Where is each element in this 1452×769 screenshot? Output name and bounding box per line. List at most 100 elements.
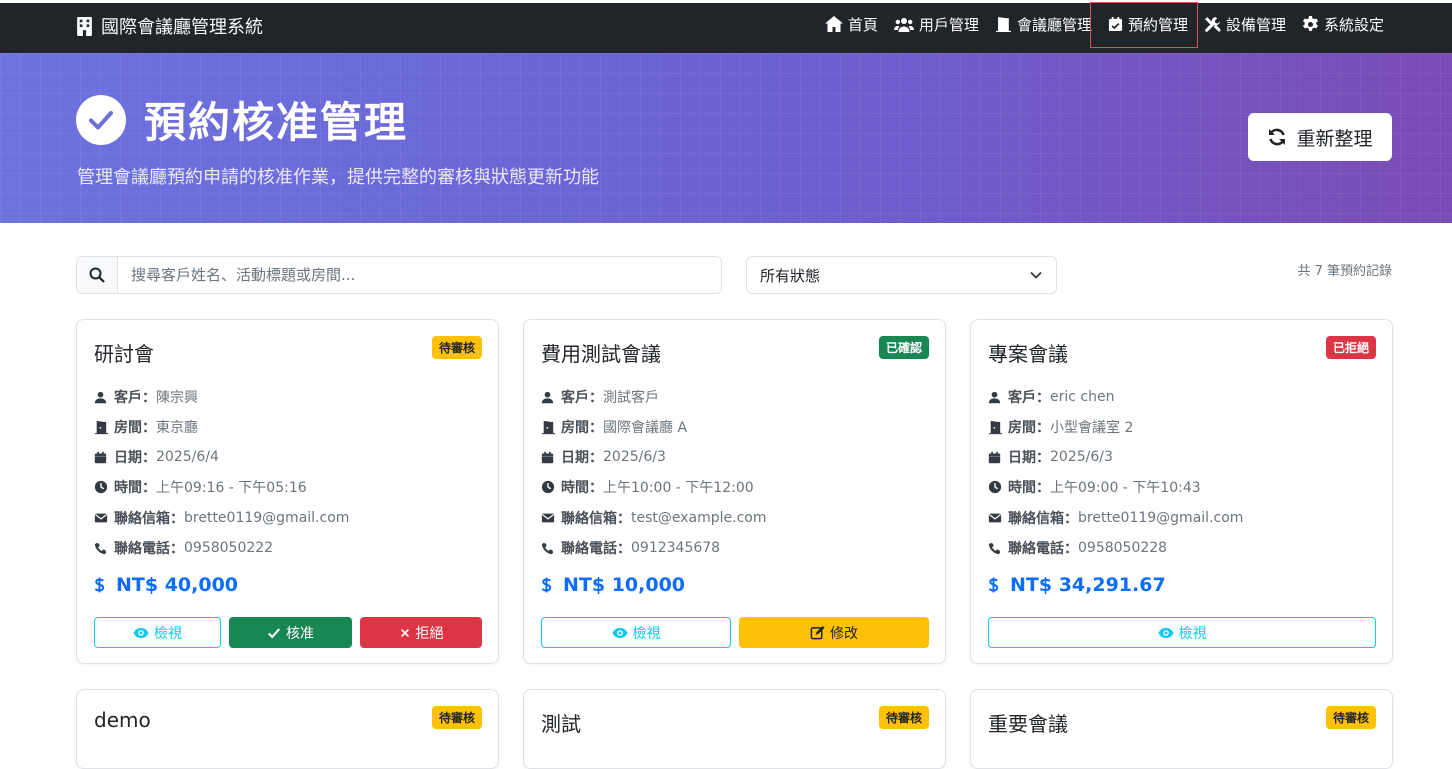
approve-button[interactable]: 核准 — [229, 617, 352, 648]
view-button[interactable]: 檢視 — [988, 617, 1376, 648]
nav-label-equipment: 設備管理 — [1225, 15, 1286, 34]
view-label: 檢視 — [1178, 625, 1207, 642]
booking-title: 費用測試會議 — [541, 342, 661, 366]
refresh-button[interactable]: 重新整理 — [1248, 113, 1392, 161]
status-filter-select[interactable]: 所有狀態 — [746, 256, 1057, 294]
refresh-label: 重新整理 — [1296, 127, 1373, 150]
top-navbar: 國際會議廳管理系統 首頁 用戶管理 會議廳管理 預約管理 設備管理 系統設定 — [0, 0, 1452, 53]
time-label: 時間： — [561, 480, 603, 496]
email-label: 聯絡信箱： — [561, 511, 631, 527]
customer-label: 客戶： — [561, 390, 603, 406]
nav-label-home: 首頁 — [847, 15, 878, 34]
booking-title: 研討會 — [94, 342, 154, 366]
room-row: 房間： 國際會議廳 A — [541, 417, 687, 437]
dollar-icon — [988, 576, 999, 594]
status-badge: 待審核 — [431, 706, 482, 729]
reject-button[interactable]: 拒絕 — [360, 617, 482, 648]
booking-card: 測試 待審核 — [523, 689, 946, 769]
edit-label: 修改 — [830, 625, 858, 642]
approve-label: 核准 — [286, 625, 314, 642]
nav-item-settings[interactable]: 系統設定 — [1302, 13, 1384, 35]
door-icon — [541, 420, 556, 435]
status-badge: 待審核 — [1325, 706, 1376, 729]
search-icon — [77, 257, 118, 293]
phone-value: 0958050222 — [184, 540, 274, 556]
time-label: 時間： — [114, 480, 156, 496]
calendar-icon — [988, 451, 1001, 464]
price-value: NT$ 40,000 — [116, 574, 239, 596]
check-icon — [267, 626, 281, 640]
date-value: 2025/6/3 — [1050, 449, 1113, 465]
price: NT$ 10,000 — [541, 574, 685, 596]
customer-row: 客戶： 陳宗興 — [94, 387, 198, 407]
main-nav: 首頁 用戶管理 會議廳管理 預約管理 設備管理 系統設定 — [809, 2, 1384, 48]
booking-title: 重要會議 — [988, 712, 1068, 736]
nav-label-bookings: 預約管理 — [1127, 15, 1188, 34]
calendar-icon — [541, 451, 554, 464]
phone-value: 0912345678 — [631, 540, 721, 556]
nav-label-rooms: 會議廳管理 — [1016, 15, 1092, 34]
user-icon — [94, 391, 107, 404]
phone-row: 聯絡電話： 0958050228 — [988, 538, 1167, 558]
user-icon — [988, 391, 1001, 404]
page-title-row: 預約核准管理 — [76, 89, 408, 150]
email-value: test@example.com — [631, 510, 767, 526]
envelope-icon — [988, 511, 1002, 525]
door-icon — [995, 16, 1012, 33]
room-row: 房間： 小型會議室 2 — [988, 417, 1133, 437]
date-label: 日期： — [561, 450, 603, 466]
price-value: NT$ 34,291.67 — [1010, 574, 1166, 596]
date-row: 日期： 2025/6/4 — [94, 447, 219, 467]
refresh-icon — [1269, 128, 1286, 146]
gear-icon — [1302, 15, 1319, 31]
dollar-icon — [94, 576, 105, 594]
calendar-check-icon — [1108, 16, 1123, 32]
customer-label: 客戶： — [1008, 390, 1050, 406]
booking-title: 測試 — [541, 712, 581, 736]
nav-item-home[interactable]: 首頁 — [824, 13, 878, 35]
date-label: 日期： — [1008, 450, 1050, 466]
phone-label: 聯絡電話： — [561, 541, 631, 557]
clock-icon — [541, 480, 555, 494]
customer-value: 陳宗興 — [156, 390, 198, 406]
view-label: 檢視 — [154, 625, 182, 642]
time-row: 時間： 上午10:00 - 下午12:00 — [541, 477, 754, 497]
time-value: 上午09:00 - 下午10:43 — [1050, 480, 1201, 496]
date-row: 日期： 2025/6/3 — [541, 447, 666, 467]
time-label: 時間： — [1008, 480, 1050, 496]
chevron-down-icon — [1030, 271, 1042, 279]
nav-item-users[interactable]: 用戶管理 — [893, 13, 979, 35]
building-icon — [77, 16, 92, 36]
phone-icon — [541, 542, 554, 555]
edit-icon — [810, 625, 825, 640]
eye-icon — [133, 625, 149, 641]
email-row: 聯絡信箱： brette0119@gmail.com — [94, 508, 349, 528]
calendar-icon — [94, 451, 107, 464]
dollar-icon — [541, 576, 552, 594]
time-row: 時間： 上午09:16 - 下午05:16 — [94, 477, 307, 497]
brand[interactable]: 國際會議廳管理系統 — [76, 13, 263, 39]
reject-label: 拒絕 — [415, 625, 444, 642]
price: NT$ 40,000 — [94, 574, 238, 596]
search-input[interactable] — [118, 257, 721, 293]
room-value: 國際會議廳 A — [603, 420, 688, 436]
nav-item-bookings[interactable]: 預約管理 — [1089, 2, 1198, 48]
phone-row: 聯絡電話： 0912345678 — [541, 538, 720, 558]
room-label: 房間： — [561, 420, 603, 436]
view-button[interactable]: 檢視 — [94, 617, 221, 648]
booking-card: demo 待審核 — [76, 689, 499, 769]
booking-card: 重要會議 待審核 — [970, 689, 1393, 769]
check-circle-icon — [76, 94, 126, 145]
phone-label: 聯絡電話： — [114, 541, 184, 557]
user-icon — [541, 391, 554, 404]
phone-row: 聯絡電話： 0958050222 — [94, 538, 273, 558]
status-badge: 已確認 — [878, 336, 929, 359]
edit-button[interactable]: 修改 — [739, 617, 929, 648]
time-value: 上午09:16 - 下午05:16 — [156, 480, 307, 496]
clock-icon — [94, 480, 108, 494]
nav-item-rooms[interactable]: 會議廳管理 — [995, 13, 1092, 35]
nav-item-equipment[interactable]: 設備管理 — [1204, 13, 1286, 35]
view-button[interactable]: 檢視 — [541, 617, 731, 648]
customer-row: 客戶： eric chen — [988, 387, 1114, 407]
room-row: 房間： 東京廳 — [94, 417, 198, 437]
